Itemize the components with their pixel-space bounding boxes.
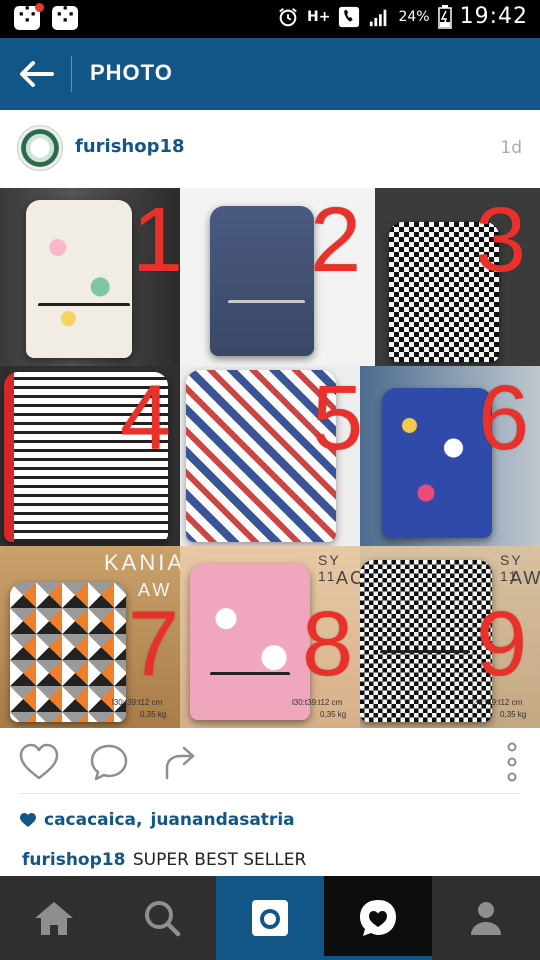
bbm-notification-icon <box>14 3 44 30</box>
collage-number: 2 <box>310 189 362 291</box>
share-icon[interactable] <box>158 742 200 782</box>
page-title: PHOTO <box>90 60 173 85</box>
collage-cell-8: SY 11 AC 8 l30:t39:t12 cm 0,35 kg <box>180 546 360 728</box>
profile-icon <box>471 902 501 935</box>
liker-name[interactable]: cacacaica <box>44 810 136 830</box>
likes-row: cacacaica, juanandasatria <box>20 810 295 830</box>
post-username[interactable]: furishop18 <box>75 136 185 157</box>
collage-number: 3 <box>475 189 527 291</box>
call-icon <box>339 6 360 27</box>
collage-number: 6 <box>478 367 530 469</box>
network-type: H+ <box>307 8 331 25</box>
avatar[interactable] <box>17 125 63 171</box>
app-bar-divider <box>71 56 72 92</box>
brand-label: KANIA <box>104 550 180 575</box>
collage-cell-5: 5 <box>180 366 360 546</box>
comment-icon[interactable] <box>88 742 130 782</box>
post-time: 1d <box>500 138 522 158</box>
post-caption: furishop18 SUPER BEST SELLER <box>22 850 306 870</box>
divider <box>20 793 520 794</box>
collage-cell-2: 2 <box>180 188 375 366</box>
bag-weight: 0,35 kg <box>320 710 347 719</box>
post-photo[interactable]: 1 2 3 4 5 6 KANIA AW 7 l30:t39:t12 cm 0,… <box>0 188 540 728</box>
collage-cell-3: 3 <box>375 188 540 366</box>
bag-zipper <box>210 672 290 676</box>
more-vertical-icon[interactable] <box>502 740 522 784</box>
collage-number: 9 <box>476 593 528 695</box>
collage-number: 4 <box>120 367 172 469</box>
collage-number: 5 <box>312 367 360 469</box>
backpack-image <box>10 582 126 722</box>
heart-filled-icon <box>20 812 36 827</box>
nav-home[interactable] <box>0 876 108 960</box>
likes-separator: , <box>136 810 143 830</box>
backpack-image <box>210 206 314 356</box>
battery-icon <box>437 4 452 29</box>
bag-dimensions: l30:t39:t12 cm <box>112 698 163 707</box>
bag-zipper <box>38 303 130 307</box>
nav-camera[interactable] <box>216 876 324 960</box>
signal-icon <box>370 9 387 26</box>
collage-cell-1: 1 <box>0 188 180 366</box>
activity-heart-icon <box>360 900 396 936</box>
home-icon <box>35 902 73 935</box>
heart-icon[interactable] <box>18 742 60 782</box>
bag-dimensions: l30:t39:t12 cm <box>292 698 343 707</box>
bbm-icon <box>52 3 78 30</box>
bag-weight: 0,35 kg <box>140 710 167 719</box>
nav-profile[interactable] <box>432 876 540 960</box>
search-icon <box>145 901 181 937</box>
season-label: AC <box>336 568 360 588</box>
caption-text: SUPER BEST SELLER <box>132 850 307 870</box>
camera-icon <box>252 900 288 936</box>
liker-name[interactable]: juanandasatria <box>151 810 295 830</box>
nav-search[interactable] <box>108 876 216 960</box>
caption-username[interactable]: furishop18 <box>22 850 125 870</box>
bag-weight: 0,35 kg <box>500 710 527 719</box>
bottom-nav <box>0 876 540 960</box>
clock: 19:42 <box>459 4 528 29</box>
back-button[interactable] <box>14 52 58 96</box>
collage-cell-7: KANIA AW 7 l30:t39:t12 cm 0,35 kg <box>0 546 180 728</box>
post-actions <box>0 728 540 796</box>
season-label: AW <box>510 568 540 588</box>
collage-cell-4: 4 <box>0 366 180 546</box>
collage-number: 7 <box>128 593 180 695</box>
collage-cell-6: 6 <box>360 366 540 546</box>
collage-number: 1 <box>132 189 180 291</box>
collage-cell-9: SY 11 AW 9 l30:t39:t12 cm 0,35 kg <box>360 546 540 728</box>
nav-activity[interactable] <box>324 876 432 960</box>
backpack-image <box>26 200 132 358</box>
backpack-image <box>382 388 492 538</box>
backpack-image <box>190 564 310 720</box>
alarm-icon <box>279 7 297 26</box>
bag-zipper <box>380 650 470 654</box>
battery-percent: 24% <box>398 8 430 25</box>
bag-dimensions: l30:t39:t12 cm <box>472 698 523 707</box>
arrow-left-icon <box>20 61 54 87</box>
status-bar: H+ 24% 19:42 <box>0 0 540 38</box>
bag-zipper <box>228 300 305 304</box>
collage-number: 8 <box>302 593 354 695</box>
app-bar: PHOTO <box>0 38 540 110</box>
post-header: furishop18 1d <box>0 110 540 188</box>
